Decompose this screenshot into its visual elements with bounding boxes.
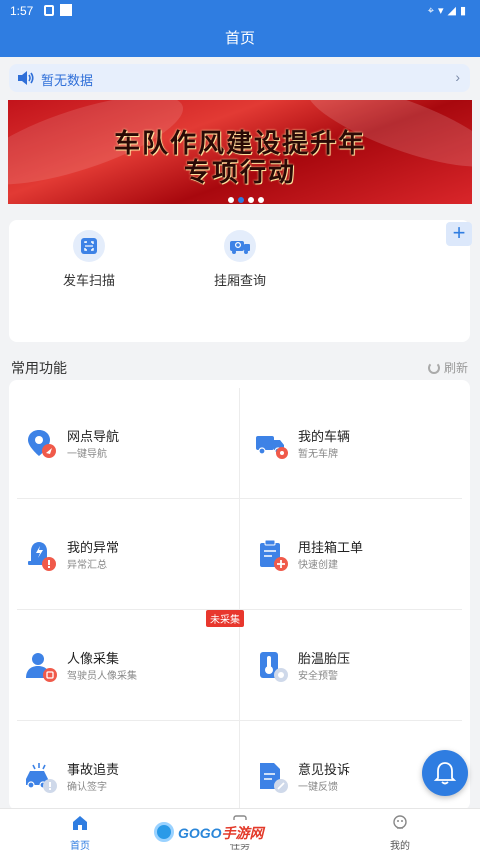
- truck-search-icon: [224, 230, 256, 262]
- thermometer-icon: [260, 652, 288, 682]
- function-subtitle: 驾驶员人像采集: [67, 671, 137, 682]
- function-title: 意见投诉: [298, 762, 351, 777]
- watermark-text: GOGO手游网: [178, 823, 264, 843]
- notification-a-icon: [44, 5, 54, 16]
- add-shortcut-button[interactable]: +: [446, 222, 472, 246]
- function-subtitle: 一键导航: [67, 449, 107, 460]
- home-icon: [73, 816, 87, 830]
- function-title: 人像采集: [67, 651, 120, 666]
- uncollected-badge: 未采集: [206, 610, 244, 627]
- quick-action-label: 发车扫描: [62, 273, 115, 288]
- refresh-icon: [428, 362, 440, 374]
- chevron-right-icon: ›: [455, 69, 460, 85]
- alarm-icon: [28, 542, 56, 571]
- function-title: 我的车辆: [298, 429, 351, 444]
- function-subtitle: 暂无车牌: [298, 449, 338, 460]
- carousel-dot-active[interactable]: [238, 197, 244, 203]
- function-title: 网点导航: [67, 429, 120, 444]
- carousel-dot[interactable]: [228, 197, 234, 203]
- profile-icon: [393, 815, 407, 829]
- carousel-indicator: [228, 190, 268, 204]
- nav-home[interactable]: 首页: [50, 815, 110, 852]
- status-bar: 1:57 ⌖▾◢▮: [0, 0, 480, 22]
- page-title: 首页: [224, 30, 255, 47]
- function-title: 我的异常: [67, 540, 120, 555]
- function-trailer-work-order[interactable]: 甩挂箱工单 快速创建: [240, 499, 460, 610]
- function-title: 事故追责: [67, 762, 120, 777]
- section-title-common: 常用功能: [11, 360, 67, 376]
- function-portrait-capture[interactable]: 人像采集 驾驶员人像采集: [9, 610, 229, 721]
- function-subtitle: 确认签字: [67, 782, 107, 793]
- function-my-vehicle[interactable]: 我的车辆 暂无车牌: [240, 388, 460, 499]
- clipboard-add-icon: [260, 539, 288, 571]
- refresh-button[interactable]: 刷新: [428, 359, 468, 376]
- quick-action-trailer-query[interactable]: 挂厢查询: [195, 230, 285, 289]
- notification-square-icon: [60, 4, 72, 16]
- app-header: 首页: [0, 22, 480, 57]
- quick-action-label: 挂厢查询: [213, 273, 266, 288]
- function-subtitle: 安全预警: [298, 671, 338, 682]
- function-subtitle: 异常汇总: [67, 560, 107, 571]
- watermark-logo: GOGO手游网: [152, 820, 274, 844]
- status-icons: ⌖▾◢▮: [427, 5, 470, 17]
- function-tire-temp-pressure[interactable]: 胎温胎压 安全预警: [240, 610, 460, 721]
- watermark-icon: [154, 822, 174, 842]
- notice-bar[interactable]: 暂无数据 ›: [9, 64, 470, 92]
- nav-profile[interactable]: 我的: [370, 815, 430, 852]
- carousel-dot[interactable]: [248, 197, 254, 203]
- person-scan-icon: [26, 653, 57, 682]
- feedback-doc-icon: [260, 763, 288, 793]
- truck-icon: [256, 436, 288, 459]
- banner-subheadline: 专项行动: [183, 157, 296, 187]
- common-functions-grid: 网点导航 一键导航 我的车辆 暂无车牌 我的异常 异常汇总 甩挂箱工单 快速创建…: [9, 380, 470, 810]
- notice-text: 暂无数据: [41, 73, 94, 88]
- refresh-label: 刷新: [444, 361, 469, 375]
- carousel-dot[interactable]: [258, 197, 264, 203]
- nav-label: 首页: [70, 841, 90, 852]
- watermark-latin: GOGO: [178, 825, 222, 841]
- car-accident-icon: [26, 763, 57, 793]
- function-title: 胎温胎压: [298, 651, 351, 666]
- watermark-cn: 手游网: [221, 825, 264, 841]
- function-network-nav[interactable]: 网点导航 一键导航: [9, 388, 229, 499]
- function-subtitle: 快速创建: [298, 560, 338, 571]
- promo-banner[interactable]: 车队作风建设提升年 专项行动: [8, 100, 472, 204]
- bell-icon: [433, 762, 457, 785]
- status-time: 1:57: [10, 4, 34, 18]
- location-nav-icon: [28, 430, 56, 458]
- quick-actions-card: + 发车扫描 挂厢查询: [9, 220, 472, 342]
- function-subtitle: 一键反馈: [298, 782, 338, 793]
- quick-action-scan[interactable]: 发车扫描: [44, 230, 134, 289]
- speaker-icon: [18, 71, 34, 85]
- scan-icon: [73, 230, 105, 262]
- notification-fab[interactable]: [422, 750, 468, 796]
- function-accident-accountability[interactable]: 事故追责 确认签字: [9, 721, 229, 810]
- nav-label: 我的: [390, 841, 410, 852]
- function-title: 甩挂箱工单: [298, 540, 364, 555]
- function-my-exceptions[interactable]: 我的异常 异常汇总: [9, 499, 229, 610]
